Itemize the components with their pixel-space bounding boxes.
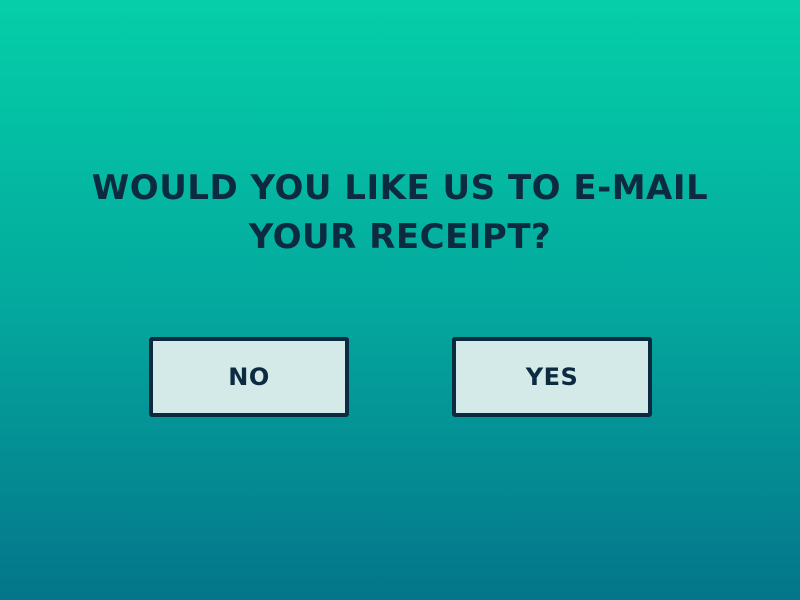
- no-button[interactable]: NO: [149, 337, 349, 417]
- prompt-line-2: YOUR RECEIPT?: [248, 217, 552, 257]
- no-button-label: NO: [228, 363, 270, 391]
- prompt-line-1: WOULD YOU LIKE US TO E-MAIL: [91, 168, 709, 208]
- receipt-prompt-heading: WOULD YOU LIKE US TO E-MAIL YOUR RECEIPT…: [60, 164, 740, 262]
- yes-button[interactable]: YES: [452, 337, 652, 417]
- yes-button-label: YES: [525, 363, 579, 391]
- receipt-email-screen: WOULD YOU LIKE US TO E-MAIL YOUR RECEIPT…: [0, 0, 800, 600]
